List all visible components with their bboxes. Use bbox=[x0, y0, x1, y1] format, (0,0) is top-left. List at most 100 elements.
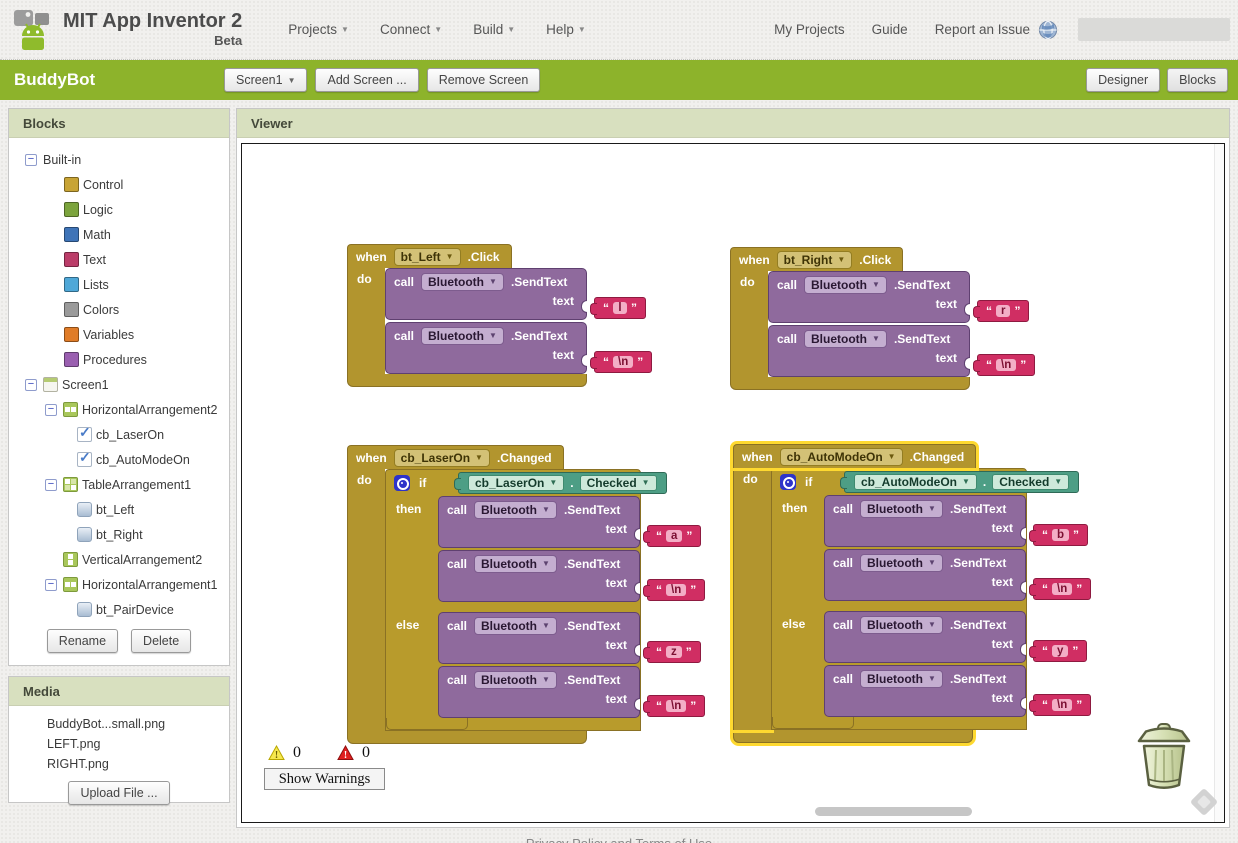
component-dropdown[interactable]: Bluetooth ▼ bbox=[421, 273, 504, 291]
upload-file-button[interactable]: Upload File ... bbox=[68, 781, 170, 805]
string-value[interactable]: l bbox=[613, 302, 627, 314]
link-guide[interactable]: Guide bbox=[872, 22, 908, 37]
delete-button[interactable]: Delete bbox=[131, 629, 192, 653]
text-string-block[interactable]: “ a” bbox=[642, 525, 702, 547]
tree-item-horizontalarrangement1[interactable]: − HorizontalArrangement1 bbox=[9, 572, 229, 597]
string-value[interactable]: y bbox=[1052, 645, 1069, 657]
property-dropdown[interactable]: Checked ▼ bbox=[579, 475, 657, 491]
string-value[interactable]: \n bbox=[613, 356, 634, 368]
media-file-buddybot-small-png[interactable]: BuddyBot...small.png bbox=[9, 714, 229, 734]
tree-item-text[interactable]: Text bbox=[9, 247, 229, 272]
component-dropdown[interactable]: Bluetooth ▼ bbox=[804, 330, 887, 348]
string-value[interactable]: \n bbox=[1052, 583, 1073, 595]
rename-button[interactable]: Rename bbox=[46, 629, 119, 653]
component-dropdown[interactable]: bt_Right ▼ bbox=[776, 250, 853, 269]
tree-item-verticalarrangement2[interactable]: VerticalArrangement2 bbox=[9, 547, 229, 572]
tree-item-bt-right[interactable]: bt_Right bbox=[9, 522, 229, 547]
component-dropdown[interactable]: Bluetooth ▼ bbox=[474, 555, 557, 573]
event-block-header[interactable]: when bt_Right ▼ .Click bbox=[730, 247, 904, 271]
event-block-header[interactable]: when cb_LaserOn ▼ .Changed bbox=[347, 445, 564, 469]
call-block[interactable]: call Bluetooth ▼ .SendText text “ \n” bbox=[768, 325, 1036, 377]
event-block-header[interactable]: when cb_AutoModeOn ▼ .Changed bbox=[733, 444, 977, 468]
text-string-block[interactable]: “ \n” bbox=[642, 695, 706, 717]
text-string-block[interactable]: “ \n” bbox=[972, 354, 1036, 376]
designer-button[interactable]: Designer bbox=[1086, 68, 1161, 92]
menu-build[interactable]: Build ▼ bbox=[473, 22, 515, 37]
collapse-toggle-icon[interactable]: − bbox=[45, 478, 57, 491]
property-getter-block[interactable]: cb_AutoModeOn ▼. Checked ▼ bbox=[839, 471, 1080, 493]
component-dropdown[interactable]: Bluetooth ▼ bbox=[804, 276, 887, 294]
text-string-block[interactable]: “ \n” bbox=[589, 351, 653, 373]
string-value[interactable]: z bbox=[666, 646, 682, 658]
component-dropdown[interactable]: Bluetooth ▼ bbox=[421, 327, 504, 345]
call-block[interactable]: call Bluetooth ▼ .SendText text “ \n” bbox=[824, 665, 1092, 717]
component-dropdown[interactable]: Bluetooth ▼ bbox=[860, 500, 943, 518]
tree-item-built-in[interactable]: − Built-in bbox=[9, 147, 229, 172]
blocks-canvas[interactable]: ! 0 ! 0 Show Warnings when bt_Left ▼ .Cl… bbox=[241, 143, 1225, 823]
text-string-block[interactable]: “ \n” bbox=[1028, 578, 1092, 600]
horizontal-scrollbar-thumb[interactable] bbox=[815, 807, 972, 816]
component-dropdown[interactable]: cb_AutoModeOn ▼ bbox=[779, 447, 903, 466]
text-string-block[interactable]: “ \n” bbox=[642, 579, 706, 601]
tree-item-control[interactable]: Control bbox=[9, 172, 229, 197]
call-block[interactable]: call Bluetooth ▼ .SendText text “ \n” bbox=[385, 322, 653, 374]
tree-item-logic[interactable]: Logic bbox=[9, 197, 229, 222]
trash-can-icon[interactable] bbox=[1135, 722, 1193, 794]
call-block[interactable]: call Bluetooth ▼ .SendText text “ \n” bbox=[438, 550, 706, 602]
text-string-block[interactable]: “ z” bbox=[643, 641, 701, 663]
if-block[interactable]: if cb_AutoModeOn ▼. Checked ▼ then call Bluetoo… bbox=[771, 468, 1092, 730]
text-string-block[interactable]: “ r” bbox=[972, 300, 1030, 322]
tree-item-procedures[interactable]: Procedures bbox=[9, 347, 229, 372]
tree-item-colors[interactable]: Colors bbox=[9, 297, 229, 322]
tree-item-horizontalarrangement2[interactable]: − HorizontalArrangement2 bbox=[9, 397, 229, 422]
mutator-gear-icon[interactable] bbox=[394, 475, 410, 491]
collapse-toggle-icon[interactable]: − bbox=[25, 378, 37, 391]
tree-item-screen1[interactable]: − Screen1 bbox=[9, 372, 229, 397]
screen-selector-dropdown[interactable]: Screen1 ▼ bbox=[224, 68, 308, 92]
string-value[interactable]: \n bbox=[666, 584, 687, 596]
component-dropdown[interactable]: bt_Left ▼ bbox=[393, 247, 461, 266]
string-value[interactable]: \n bbox=[996, 359, 1017, 371]
component-dropdown[interactable]: Bluetooth ▼ bbox=[474, 617, 557, 635]
collapse-toggle-icon[interactable]: − bbox=[25, 153, 37, 166]
component-dropdown[interactable]: Bluetooth ▼ bbox=[860, 554, 943, 572]
collapse-toggle-icon[interactable]: − bbox=[45, 403, 57, 416]
tree-item-bt-pairdevice[interactable]: bt_PairDevice bbox=[9, 597, 229, 622]
tree-item-variables[interactable]: Variables bbox=[9, 322, 229, 347]
component-dropdown[interactable]: Bluetooth ▼ bbox=[860, 670, 943, 688]
component-dropdown[interactable]: Bluetooth ▼ bbox=[860, 616, 943, 634]
remove-screen-button[interactable]: Remove Screen bbox=[426, 68, 541, 92]
event-block-header[interactable]: when bt_Left ▼ .Click bbox=[347, 244, 512, 268]
call-block[interactable]: call Bluetooth ▼ .SendText text “ a” bbox=[438, 496, 702, 548]
if-block[interactable]: if cb_LaserOn ▼. Checked ▼ then call Bluetooth ▼… bbox=[385, 469, 706, 731]
link-my-projects[interactable]: My Projects bbox=[774, 22, 845, 37]
component-dropdown[interactable]: cb_LaserOn ▼ bbox=[468, 475, 565, 491]
call-block[interactable]: call Bluetooth ▼ .SendText text “ l ” bbox=[385, 268, 646, 320]
call-block[interactable]: call Bluetooth ▼ .SendText text “ z” bbox=[438, 612, 701, 664]
mutator-gear-icon[interactable] bbox=[780, 474, 796, 490]
string-value[interactable]: r bbox=[996, 305, 1011, 317]
tree-item-bt-left[interactable]: bt_Left bbox=[9, 497, 229, 522]
media-file-left-png[interactable]: LEFT.png bbox=[9, 734, 229, 754]
menu-help[interactable]: Help ▼ bbox=[546, 22, 586, 37]
block-group-when-cb-automodeon-changed[interactable]: when cb_AutoModeOn ▼ .Changed do if cb_AutoMod… bbox=[733, 444, 1092, 743]
block-group-when-cb-laseron-changed[interactable]: when cb_LaserOn ▼ .Changed do if cb_LaserOn ▼. C… bbox=[347, 445, 706, 744]
text-string-block[interactable]: “ y” bbox=[1028, 640, 1088, 662]
link-report-an-issue[interactable]: Report an Issue bbox=[935, 22, 1030, 37]
language-globe-icon[interactable] bbox=[1038, 20, 1058, 40]
string-value[interactable]: b bbox=[1052, 529, 1070, 541]
call-block[interactable]: call Bluetooth ▼ .SendText text “ y” bbox=[824, 611, 1088, 663]
property-dropdown[interactable]: Checked ▼ bbox=[992, 474, 1070, 490]
tree-item-math[interactable]: Math bbox=[9, 222, 229, 247]
text-string-block[interactable]: “ \n” bbox=[1028, 694, 1092, 716]
tree-item-cb-laseron[interactable]: cb_LaserOn bbox=[9, 422, 229, 447]
call-block[interactable]: call Bluetooth ▼ .SendText text “ b” bbox=[824, 495, 1089, 547]
tree-item-cb-automodeon[interactable]: cb_AutoModeOn bbox=[9, 447, 229, 472]
string-value[interactable]: \n bbox=[666, 700, 687, 712]
text-string-block[interactable]: “ l ” bbox=[590, 297, 646, 319]
component-dropdown[interactable]: cb_LaserOn ▼ bbox=[393, 448, 490, 467]
vertical-scrollbar[interactable] bbox=[1214, 144, 1224, 822]
menu-connect[interactable]: Connect ▼ bbox=[380, 22, 442, 37]
blocks-button[interactable]: Blocks bbox=[1167, 68, 1228, 92]
show-warnings-button[interactable]: Show Warnings bbox=[264, 768, 385, 790]
